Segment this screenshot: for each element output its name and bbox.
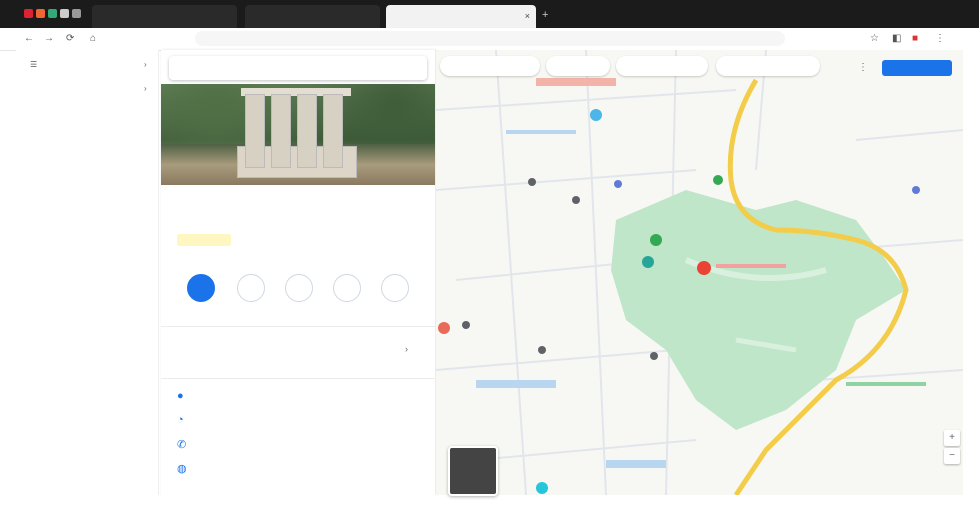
phone-icon: ✆ (177, 439, 187, 451)
selected-place-pin[interactable] (697, 261, 711, 275)
poi-pin[interactable] (462, 321, 470, 329)
divider (161, 326, 435, 327)
menu-icon[interactable]: ☰ (30, 60, 37, 69)
rating-badge[interactable] (177, 234, 231, 246)
poi-pin[interactable] (572, 196, 580, 204)
filter-chip[interactable] (716, 56, 820, 76)
poi-pin[interactable] (590, 109, 602, 121)
page-edge (0, 495, 436, 510)
place-photo[interactable] (161, 84, 435, 185)
map-label-chip (536, 78, 616, 86)
chevron-right-icon[interactable]: › (405, 344, 408, 354)
save-button[interactable] (237, 274, 265, 302)
map-label-chip (606, 460, 666, 468)
poi-pin[interactable] (650, 352, 658, 360)
poi-pin[interactable] (642, 256, 654, 268)
send-to-phone-button[interactable] (333, 274, 361, 302)
close-icon[interactable]: × (525, 5, 530, 28)
forward-icon[interactable]: → (44, 33, 54, 45)
poi-pin[interactable] (536, 482, 548, 494)
zoom-out-button[interactable]: − (944, 448, 960, 464)
url-input[interactable] (195, 31, 785, 46)
map-drawing (436, 50, 963, 495)
place-label-bar (716, 264, 786, 268)
extension-icon[interactable]: ◧ (892, 33, 901, 45)
poi-pin[interactable] (528, 178, 536, 186)
favicon-icon[interactable] (36, 9, 45, 18)
layers-toggle-button[interactable] (448, 446, 498, 496)
poi-pin[interactable] (614, 180, 622, 188)
map-label-chip (506, 130, 576, 134)
back-icon[interactable]: ← (24, 33, 34, 45)
extension-icon[interactable]: ■ (912, 33, 918, 45)
search-input[interactable] (169, 56, 427, 80)
poi-pin[interactable] (538, 346, 546, 354)
poi-pin[interactable] (713, 175, 723, 185)
map-canvas[interactable] (436, 50, 963, 495)
clock-icon: ◔ (177, 414, 184, 426)
bookmark-icon[interactable]: ☆ (870, 33, 879, 45)
browser-tab-bar: × + (0, 0, 979, 28)
map-footer (436, 495, 963, 505)
favicon-icon[interactable] (72, 9, 81, 18)
sign-in-button[interactable] (882, 60, 952, 76)
home-icon[interactable]: ⌂ (90, 33, 96, 45)
directions-button[interactable] (187, 274, 215, 302)
menu-icon[interactable]: ⋮ (935, 33, 945, 45)
pin-icon: ● (177, 390, 184, 402)
poi-pin[interactable] (912, 186, 920, 194)
sidebar-item[interactable]: ☰ (30, 60, 37, 69)
poi-pin[interactable] (650, 234, 662, 246)
favicon-icon[interactable] (60, 9, 69, 18)
map-label-chip (846, 382, 926, 386)
monument-pillar (323, 94, 343, 168)
chevron-icon[interactable]: › (144, 60, 147, 69)
filter-chip[interactable] (616, 56, 708, 76)
share-button[interactable] (381, 274, 409, 302)
monument-pillar (271, 94, 291, 168)
favicon-icon[interactable] (24, 9, 33, 18)
tab-favicons (24, 9, 81, 18)
chevron-icon[interactable]: › (144, 84, 147, 93)
favicon-icon[interactable] (48, 9, 57, 18)
apps-icon[interactable]: ⋮ (858, 62, 868, 73)
map-filter-chips (440, 56, 870, 78)
globe-icon: ◍ (177, 463, 187, 475)
nearby-button[interactable] (285, 274, 313, 302)
browser-tab[interactable] (92, 5, 237, 28)
monument-pillar (297, 94, 317, 168)
poi-pin[interactable] (438, 322, 450, 334)
maps-sidebar: ☰ › › (16, 50, 159, 495)
divider (161, 378, 435, 379)
filter-chip[interactable] (440, 56, 540, 76)
browser-tab-active[interactable]: × (386, 5, 536, 28)
browser-tab[interactable] (245, 5, 380, 28)
reload-icon[interactable]: ⟳ (66, 33, 74, 45)
new-tab-button[interactable]: + (542, 9, 548, 21)
page-edge (963, 50, 979, 510)
place-panel: › ● ◔ ✆ ◍ (161, 50, 435, 495)
map-label-chip (476, 380, 556, 388)
filter-chip[interactable] (546, 56, 610, 76)
monument-pillar (245, 94, 265, 168)
zoom-in-button[interactable]: + (944, 430, 960, 446)
